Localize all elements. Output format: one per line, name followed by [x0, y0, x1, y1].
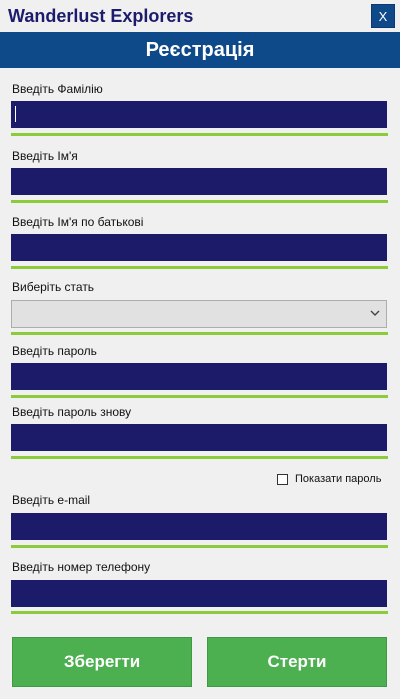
- name-underline: [11, 200, 388, 203]
- password-repeat-label: Введіть пароль знову: [12, 405, 132, 419]
- password-repeat-input[interactable]: [11, 424, 387, 451]
- patronymic-underline: [11, 266, 388, 269]
- form-heading: Реєстрація: [0, 32, 400, 68]
- patronymic-label: Введіть Ім'я по батькові: [12, 215, 144, 229]
- password-input[interactable]: [11, 363, 387, 390]
- clear-button[interactable]: Стерти: [207, 637, 387, 687]
- phone-input[interactable]: [11, 580, 387, 607]
- chevron-down-icon: [370, 310, 380, 316]
- gender-select[interactable]: [11, 300, 387, 328]
- show-password-label[interactable]: Показати пароль: [295, 473, 381, 485]
- password-repeat-underline: [11, 456, 388, 459]
- patronymic-input[interactable]: [11, 234, 387, 261]
- password-underline: [11, 395, 388, 398]
- close-button[interactable]: X: [371, 4, 395, 28]
- password-label: Введіть пароль: [12, 344, 97, 358]
- title-bar: Wanderlust Explorers X: [0, 0, 400, 32]
- surname-input[interactable]: [11, 101, 387, 128]
- text-caret: [15, 106, 16, 122]
- surname-label: Введіть Фамілію: [12, 82, 103, 96]
- show-password-checkbox[interactable]: [277, 474, 288, 485]
- phone-underline: [11, 611, 388, 614]
- gender-label: Виберіть стать: [12, 280, 95, 294]
- email-underline: [11, 545, 388, 548]
- gender-underline: [11, 332, 388, 335]
- surname-underline: [11, 133, 388, 136]
- email-input[interactable]: [11, 513, 387, 540]
- email-label: Введіть e-mail: [12, 493, 91, 507]
- app-title: Wanderlust Explorers: [8, 6, 194, 26]
- name-input[interactable]: [11, 168, 387, 195]
- name-label: Введіть Ім'я: [12, 149, 78, 163]
- phone-label: Введіть номер телефону: [12, 560, 151, 574]
- save-button[interactable]: Зберегти: [12, 637, 192, 687]
